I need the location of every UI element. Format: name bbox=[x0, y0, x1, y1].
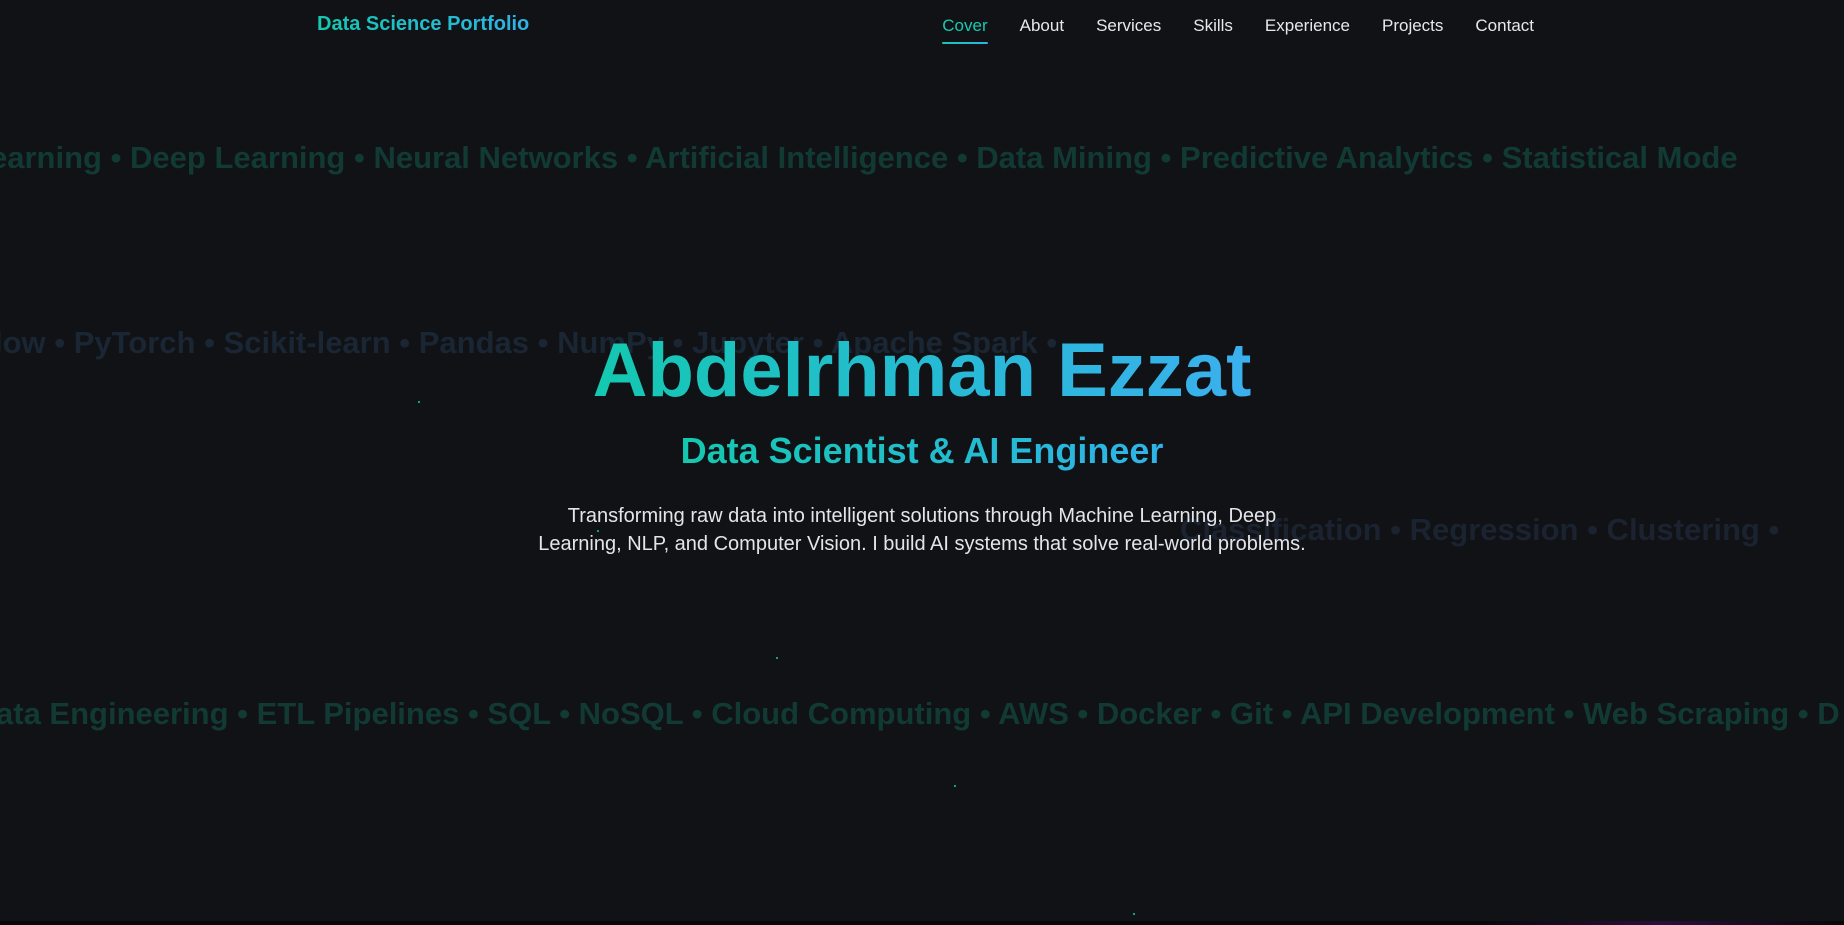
particle-dot bbox=[776, 657, 778, 659]
hero-name: Abdelrhman Ezzat bbox=[592, 328, 1252, 413]
brand-logo-link[interactable]: Data Science Portfolio bbox=[317, 13, 529, 36]
nav-link-services[interactable]: Services bbox=[1096, 16, 1161, 44]
nav-link-skills[interactable]: Skills bbox=[1193, 16, 1233, 44]
hero-role: Data Scientist & AI Engineer bbox=[680, 430, 1164, 471]
hero-description: Transforming raw data into intelligent s… bbox=[538, 505, 1306, 555]
nav-link-projects[interactable]: Projects bbox=[1382, 16, 1443, 44]
top-navigation: Data Science Portfolio Cover About Servi… bbox=[0, 0, 1844, 52]
particle-dot bbox=[954, 785, 956, 787]
nav-link-contact[interactable]: Contact bbox=[1475, 16, 1534, 44]
nav-link-experience[interactable]: Experience bbox=[1265, 16, 1350, 44]
keyword-strip: earning • Deep Learning • Neural Network… bbox=[0, 140, 1738, 175]
nav-link-about[interactable]: About bbox=[1020, 16, 1064, 44]
nav-links: Cover About Services Skills Experience P… bbox=[942, 16, 1534, 44]
particle-dot bbox=[1133, 913, 1135, 915]
bottom-bar bbox=[0, 921, 1844, 925]
keyword-strip: ata Engineering • ETL Pipelines • SQL • … bbox=[0, 696, 1840, 731]
nav-link-cover[interactable]: Cover bbox=[942, 16, 988, 44]
page: earning • Deep Learning • Neural Network… bbox=[0, 0, 1844, 925]
hero-section: Abdelrhman Ezzat Data Scientist & AI Eng… bbox=[0, 330, 1844, 558]
